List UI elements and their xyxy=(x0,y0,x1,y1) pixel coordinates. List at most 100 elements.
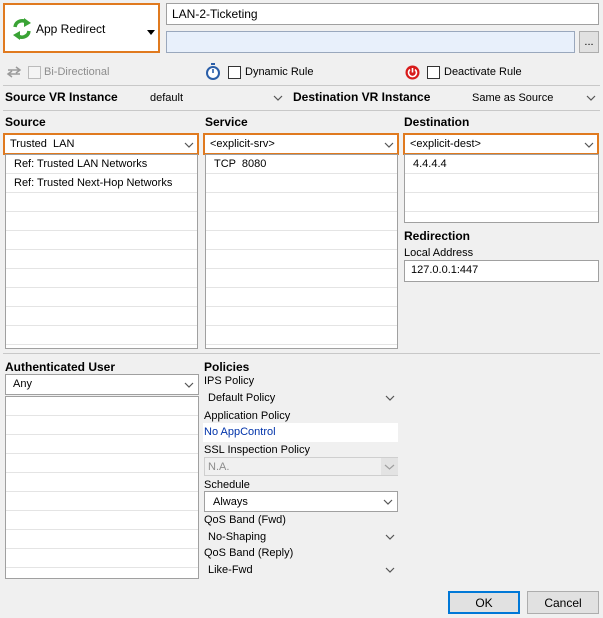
local-address-label: Local Address xyxy=(404,247,474,259)
stopwatch-icon xyxy=(205,63,221,84)
ok-button[interactable]: OK xyxy=(448,591,520,614)
deactivate-rule-label: Deactivate Rule xyxy=(444,66,522,78)
chevron-down-icon xyxy=(381,458,398,475)
qos-fwd-value: No-Shaping xyxy=(208,531,267,543)
list-item[interactable]: 4.4.4.4 xyxy=(405,155,598,174)
empty-row xyxy=(6,269,197,288)
service-select[interactable]: <explicit-srv> xyxy=(203,133,399,155)
destination-list[interactable]: 4.4.4.4 xyxy=(404,154,599,223)
source-heading: Source xyxy=(5,115,46,129)
chevron-down-icon xyxy=(584,140,594,153)
empty-row xyxy=(6,307,197,326)
application-policy-field[interactable]: No AppControl xyxy=(203,423,398,442)
bidirectional-checkbox[interactable] xyxy=(28,66,41,79)
chevron-down-icon xyxy=(147,26,155,38)
empty-row xyxy=(206,326,397,345)
chevron-down-icon xyxy=(385,532,395,542)
auth-user-select[interactable]: Any xyxy=(5,374,199,395)
schedule-label: Schedule xyxy=(204,479,250,491)
chevron-down-icon xyxy=(385,393,395,403)
source-selected: Trusted LAN xyxy=(10,138,75,150)
bidirectional-icon xyxy=(6,66,22,81)
empty-row xyxy=(206,307,397,326)
empty-row xyxy=(206,231,397,250)
empty-row xyxy=(6,511,198,530)
list-item-label: Ref: Trusted LAN Networks xyxy=(14,158,148,170)
empty-row xyxy=(6,212,197,231)
empty-row xyxy=(6,454,198,473)
chevron-down-icon xyxy=(184,380,194,393)
dest-vr-value: Same as Source xyxy=(472,92,554,104)
source-list[interactable]: Ref: Trusted LAN Networks Ref: Trusted N… xyxy=(5,154,198,349)
app-redirect-icon xyxy=(11,17,33,41)
empty-row xyxy=(206,174,397,193)
dest-vr-select[interactable]: Same as Source xyxy=(470,89,599,107)
chevron-down-icon xyxy=(273,93,283,103)
schedule-value: Always xyxy=(213,496,248,508)
empty-row xyxy=(6,435,198,454)
empty-row xyxy=(6,250,197,269)
cancel-button[interactable]: Cancel xyxy=(527,591,599,614)
dynamic-rule-checkbox[interactable] xyxy=(228,66,241,79)
ssl-policy-select[interactable]: N.A. xyxy=(204,457,398,476)
auth-user-list[interactable] xyxy=(5,396,199,579)
empty-row xyxy=(6,492,198,511)
action-selector[interactable]: App Redirect xyxy=(3,3,160,53)
list-item-label: Ref: Trusted Next-Hop Networks xyxy=(14,177,173,189)
qos-fwd-label: QoS Band (Fwd) xyxy=(204,514,286,526)
empty-row xyxy=(206,212,397,231)
service-heading: Service xyxy=(205,115,248,129)
empty-row xyxy=(206,288,397,307)
application-policy-label: Application Policy xyxy=(204,410,291,422)
empty-row xyxy=(405,174,598,193)
auth-user-selected: Any xyxy=(13,378,32,390)
source-select[interactable]: Trusted LAN xyxy=(3,133,199,155)
dynamic-rule-label: Dynamic Rule xyxy=(245,66,314,78)
ssl-policy-label: SSL Inspection Policy xyxy=(204,444,310,456)
qos-fwd-select[interactable]: No-Shaping xyxy=(204,528,398,546)
qos-reply-label: QoS Band (Reply) xyxy=(204,547,294,559)
redirection-heading: Redirection xyxy=(404,229,471,243)
ips-policy-label: IPS Policy xyxy=(204,375,255,387)
dest-vr-label: Destination VR Instance xyxy=(293,90,431,104)
ellipsis-button[interactable]: ... xyxy=(579,31,599,53)
local-address-field[interactable]: 127.0.0.1:447 xyxy=(404,260,599,282)
list-item[interactable]: Ref: Trusted LAN Networks xyxy=(6,155,197,174)
schedule-select[interactable]: Always xyxy=(204,491,398,512)
empty-row xyxy=(6,231,197,250)
chevron-down-icon xyxy=(586,93,596,103)
source-vr-value: default xyxy=(150,92,184,104)
list-item[interactable]: TCP 8080 xyxy=(206,155,397,174)
empty-row xyxy=(6,326,197,345)
power-icon xyxy=(405,65,420,83)
chevron-down-icon xyxy=(383,497,393,510)
ips-policy-value: Default Policy xyxy=(208,392,276,404)
deactivate-rule-checkbox[interactable] xyxy=(427,66,440,79)
ssl-policy-value: N.A. xyxy=(208,461,230,473)
empty-row xyxy=(206,193,397,212)
empty-row xyxy=(6,549,198,568)
destination-heading: Destination xyxy=(404,115,470,129)
list-item[interactable]: Ref: Trusted Next-Hop Networks xyxy=(6,174,197,193)
empty-row xyxy=(6,530,198,549)
source-vr-select[interactable]: default xyxy=(148,89,286,107)
service-list[interactable]: TCP 8080 xyxy=(205,154,398,349)
empty-row xyxy=(6,288,197,307)
action-label: App Redirect xyxy=(36,22,106,36)
destination-selected: <explicit-dest> xyxy=(410,138,481,150)
description-field[interactable] xyxy=(166,31,575,53)
service-selected: <explicit-srv> xyxy=(210,138,275,150)
empty-row xyxy=(405,193,598,212)
rule-name-field[interactable]: LAN-2-Ticketing xyxy=(166,3,599,25)
empty-row xyxy=(6,397,198,416)
empty-row xyxy=(6,193,197,212)
chevron-down-icon xyxy=(384,140,394,153)
qos-reply-select[interactable]: Like-Fwd xyxy=(204,561,398,579)
ips-policy-select[interactable]: Default Policy xyxy=(204,389,398,407)
empty-row xyxy=(206,250,397,269)
application-policy-link[interactable]: No AppControl xyxy=(204,426,276,438)
empty-row xyxy=(6,416,198,435)
bidirectional-label: Bi-Directional xyxy=(44,66,110,78)
destination-select[interactable]: <explicit-dest> xyxy=(403,133,599,155)
chevron-down-icon xyxy=(184,140,194,153)
